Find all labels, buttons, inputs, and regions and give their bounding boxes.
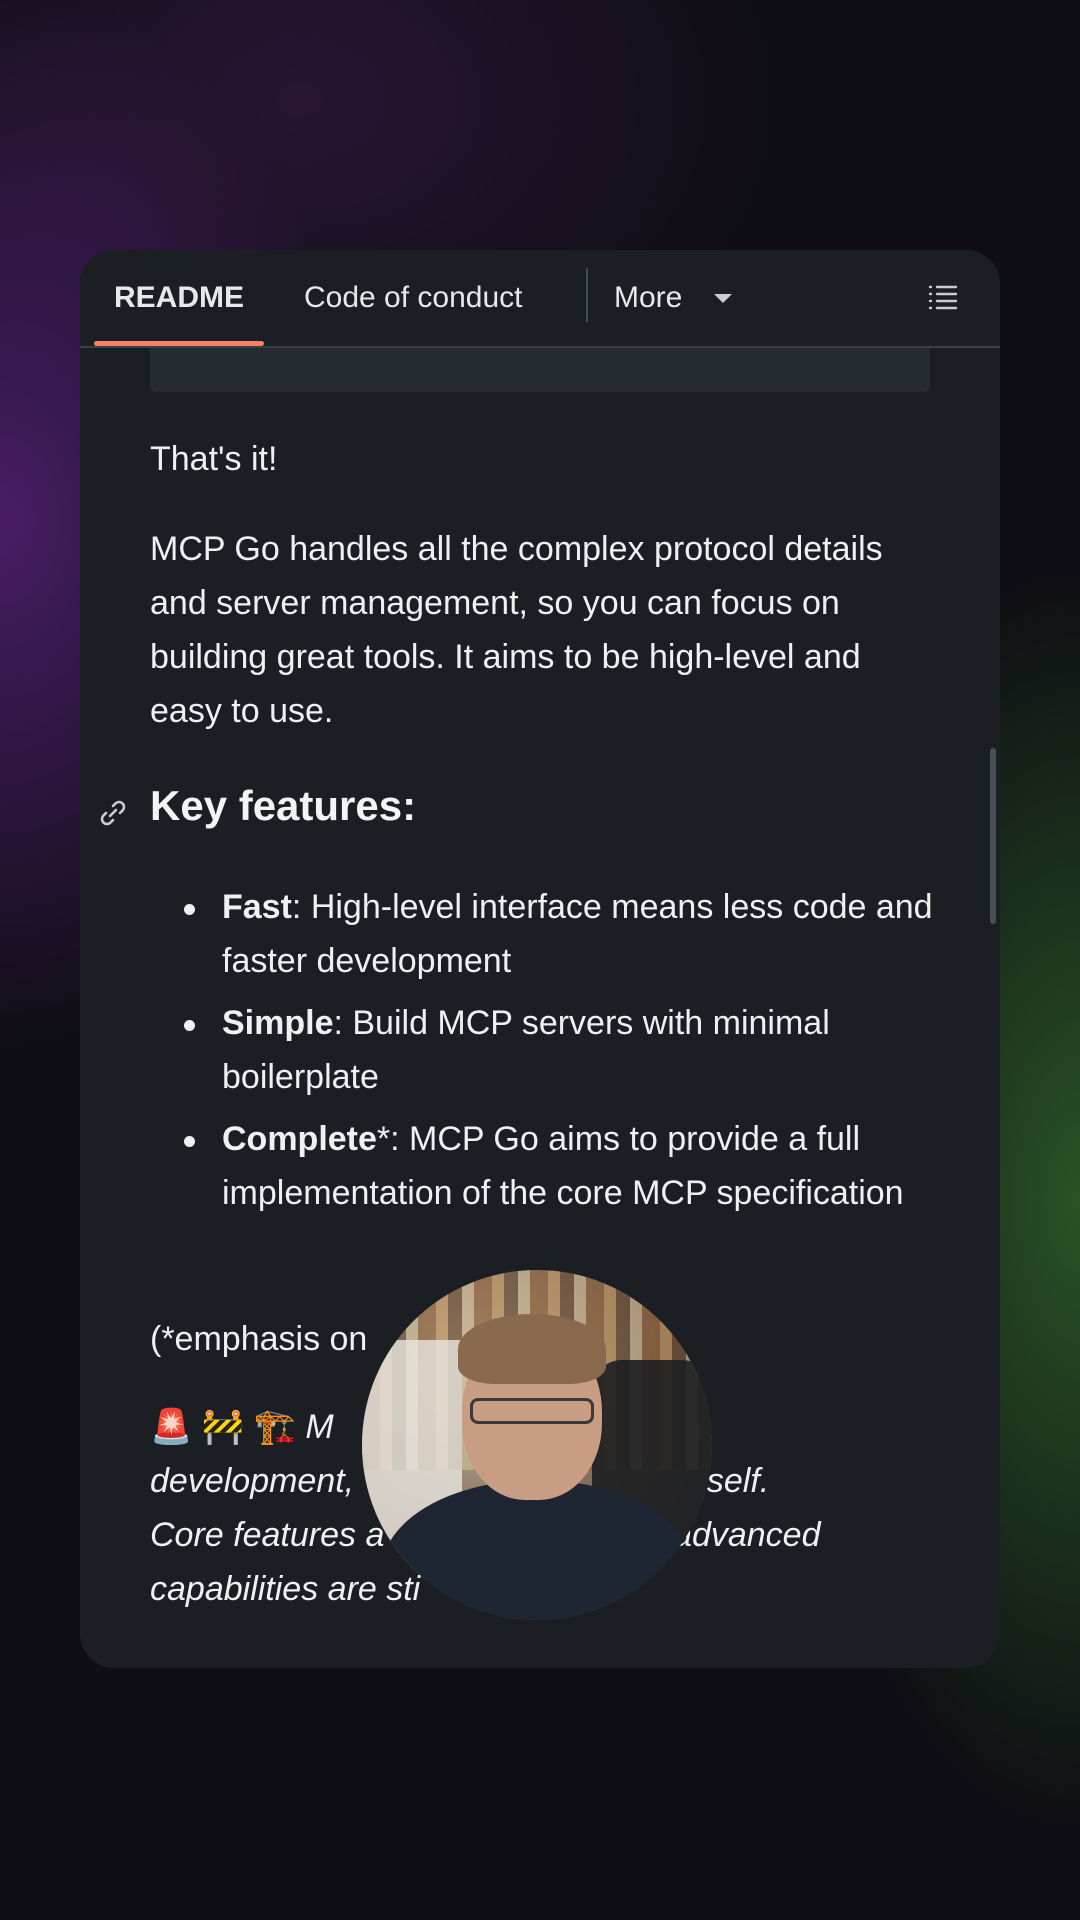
feature-list: Fast: High-level interface means less co…	[184, 880, 942, 1228]
tab-code-of-conduct[interactable]: Code of conduct	[304, 250, 522, 346]
glasses	[470, 1398, 594, 1424]
feature-name: Simple	[222, 1004, 334, 1042]
paragraph-intro: MCP Go handles all the complex protocol …	[150, 530, 883, 730]
scrollbar[interactable]	[990, 748, 996, 924]
list-item: Complete*: MCP Go aims to provide a full…	[184, 1112, 942, 1220]
feature-name: Complete	[222, 1120, 377, 1158]
list-item: Fast: High-level interface means less co…	[184, 880, 942, 988]
heading-key-features: Key features:	[150, 782, 417, 829]
feature-name: Fast	[222, 888, 292, 926]
presenter-hair	[458, 1314, 606, 1384]
warning-text: M	[295, 1408, 334, 1446]
feature-desc: : High-level interface means less code a…	[222, 888, 933, 980]
caret-down-icon[interactable]	[714, 294, 732, 303]
warning-text: Core features a	[150, 1516, 385, 1554]
tab-divider	[586, 268, 588, 322]
list-icon[interactable]	[926, 280, 960, 314]
paragraph-thats-it: That's it!	[150, 440, 278, 478]
presenter-video-overlay	[362, 1270, 712, 1620]
tab-more[interactable]: More	[614, 250, 682, 346]
link-icon[interactable]	[96, 796, 130, 830]
active-tab-indicator	[94, 341, 264, 346]
tab-bar: README Code of conduct More	[80, 250, 1000, 348]
warning-emojis: 🚨 🚧 🏗️	[150, 1408, 296, 1446]
tab-readme[interactable]: README	[114, 250, 244, 346]
warning-text: development,	[150, 1462, 355, 1500]
code-block	[150, 346, 930, 392]
list-item: Simple: Build MCP servers with minimal b…	[184, 996, 942, 1104]
